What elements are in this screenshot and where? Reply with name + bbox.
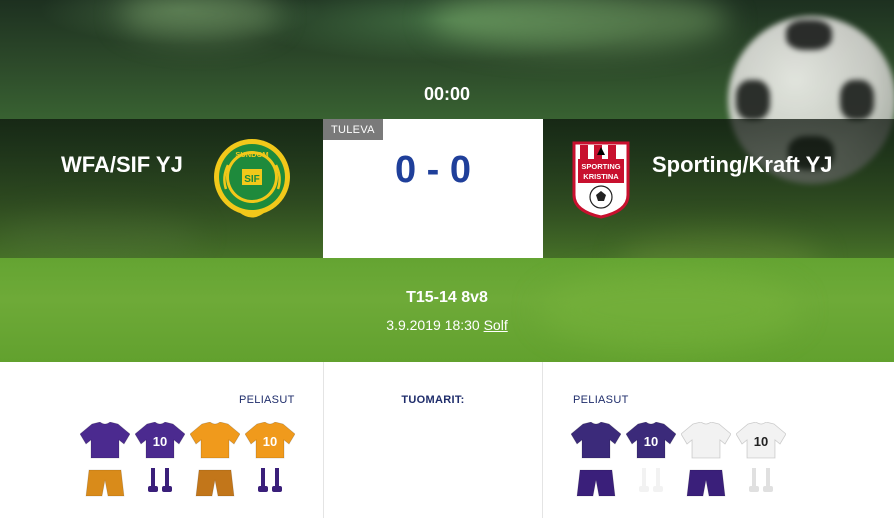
away-kit-4-icon: 10 [735, 421, 787, 492]
venue-link[interactable]: Solf [484, 317, 508, 333]
home-kit-3-icon [189, 421, 241, 497]
home-kit: 10 [134, 421, 186, 500]
sundom-crest-icon[interactable]: SIF SUNDOM [212, 137, 292, 221]
home-team-name[interactable]: WFA/SIF YJ [61, 152, 183, 178]
match-datetime-venue: 3.9.2019 18:30 Solf [0, 317, 894, 333]
away-kit [680, 421, 732, 500]
svg-text:SIF: SIF [244, 174, 260, 185]
home-kit [79, 421, 131, 500]
home-kit [189, 421, 241, 500]
away-kit: 10 [625, 421, 677, 500]
home-kit-2-icon: 10 [134, 421, 186, 492]
away-kits-label: PELIASUT [573, 394, 629, 406]
home-kits-label: PELIASUT [239, 394, 295, 406]
column-divider [542, 362, 543, 518]
kit-number: 10 [153, 434, 167, 449]
score-box: TULEVA 0 - 0 [323, 119, 543, 258]
sporting-kristina-crest-icon[interactable]: SPORTING KRISTINA [570, 139, 632, 219]
match-date-time: 3.9.2019 18:30 [386, 317, 480, 333]
match-score: 0 - 0 [394, 149, 472, 191]
home-kit-4-icon: 10 [244, 421, 296, 492]
away-kit-1-icon [570, 421, 622, 497]
kit-number: 10 [644, 434, 658, 449]
away-kit [570, 421, 622, 500]
referees-label: TUOMARIT: [401, 394, 465, 406]
svg-text:KRISTINA: KRISTINA [583, 172, 619, 181]
svg-text:SUNDOM: SUNDOM [235, 150, 268, 159]
match-status-badge: TULEVA [323, 119, 383, 140]
svg-text:SPORTING: SPORTING [581, 162, 620, 171]
column-divider [323, 362, 324, 518]
away-team-name[interactable]: Sporting/Kraft YJ [652, 152, 833, 178]
background-blur [120, 0, 280, 40]
match-series[interactable]: T15-14 8v8 [0, 289, 894, 307]
background-blur [430, 0, 730, 50]
kit-number: 10 [263, 434, 277, 449]
home-kit: 10 [244, 421, 296, 500]
away-kit-2-icon: 10 [625, 421, 677, 492]
background-blur [540, 270, 800, 350]
away-kit-3-icon [680, 421, 732, 497]
match-time: 00:00 [423, 84, 471, 104]
away-kit: 10 [735, 421, 787, 500]
kit-number: 10 [754, 434, 768, 449]
home-kit-1-icon [79, 421, 131, 497]
